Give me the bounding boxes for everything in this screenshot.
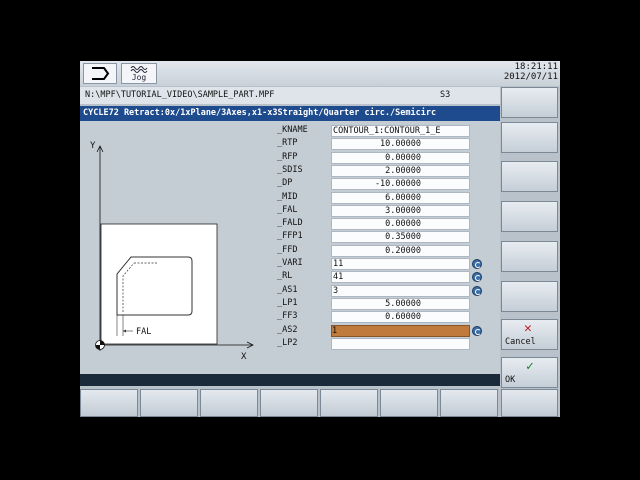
softkey-h4[interactable] [260,389,318,417]
time-text: 18:21:11 [514,62,558,72]
fal-dimension-label: FAL [136,327,151,337]
param-field[interactable]: 10.00000 [331,138,470,151]
program-path: N:\MPF\TUTORIAL_VIDEO\SAMPLE_PART.MPF [85,90,275,100]
param-label: _RFP [277,151,298,162]
param-label: _KNAME [277,125,308,135]
toggle-icon[interactable] [472,259,482,269]
param-field[interactable]: 3 [331,284,470,297]
param-label: _FALD [277,218,303,229]
cross-icon: ✕ [524,321,532,336]
softkey-v3[interactable] [501,161,558,192]
origin-icon [95,340,105,350]
param-label: _FFP1 [277,231,303,242]
jog-label: Jog [131,73,147,82]
param-label: _AS2 [277,324,298,335]
softkey-h1[interactable] [80,389,138,417]
param-label: _FAL [277,204,298,215]
softkey-v2[interactable] [501,122,558,153]
help-graphic: Y X FAL [90,141,254,361]
channel-label: S3 [440,90,451,100]
param-field[interactable]: 41 [331,271,470,284]
param-label: _DP [277,178,293,189]
param-label: _LP2 [277,337,298,348]
param-field[interactable]: 5.00000 [331,297,470,310]
mode-arrow-icon[interactable] [83,63,117,84]
param-field[interactable]: 0.60000 [331,311,470,324]
jog-mode-button[interactable]: Jog [121,63,157,84]
softkey-v1[interactable] [501,87,558,118]
horizontal-softkeys [80,389,560,417]
param-label: _AS1 [277,284,298,295]
param-field[interactable]: 6.00000 [331,191,470,204]
softkey-h2[interactable] [140,389,198,417]
param-field[interactable]: -10.00000 [331,178,470,191]
softkey-h7[interactable] [440,389,498,417]
softkey-v6[interactable] [501,281,558,312]
cycle-title-bar: CYCLE72 Retract:0x/1xPlane/3Axes,x1-x3St… [80,106,500,121]
param-field[interactable]: 3.00000 [331,204,470,217]
softkey-h3[interactable] [200,389,258,417]
cancel-button[interactable]: ✕ Cancel [501,319,558,350]
param-field[interactable] [331,337,470,350]
checkmark-icon: ✓ [526,359,534,374]
cancel-label: Cancel [505,337,536,347]
param-label: _FFD [277,244,298,255]
softkey-h6[interactable] [380,389,438,417]
softkey-v4[interactable] [501,201,558,232]
date-text: 2012/07/11 [503,72,558,82]
hmi-screen: Jog 18:21:11 2012/07/11 N:\MPF\TUTORIAL_… [80,61,560,417]
param-field[interactable]: CONTOUR_1:CONTOUR_1_E [331,125,470,137]
param-label: _RL [277,271,293,282]
param-field[interactable]: 1 [331,324,470,337]
softkey-h5[interactable] [320,389,378,417]
parameter-screen: Y X FAL _KNAME CONTOUR_1:CONTOUR_1_E _RTP 1… [80,121,500,374]
ok-label: OK [505,375,516,385]
workpiece-outline [100,223,218,345]
status-bar [80,374,500,386]
toggle-icon[interactable] [472,272,482,283]
cycle-title: CYCLE72 Retract:0x/1xPlane/3Axes,x1-x3St… [83,108,437,118]
param-label: _RTP [277,138,298,149]
param-field[interactable]: 0.00000 [331,218,470,231]
toggle-icon[interactable] [472,285,482,296]
clock: 18:21:11 2012/07/11 [504,62,558,82]
param-label: _LP1 [277,297,298,308]
program-path-row: N:\MPF\TUTORIAL_VIDEO\SAMPLE_PART.MPF S3 [80,87,500,104]
param-label: _MID [277,191,298,202]
y-axis-label: Y [90,141,96,151]
param-field[interactable]: 0.00000 [331,151,470,164]
param-field[interactable]: 0.20000 [331,244,470,257]
ok-button[interactable]: ✓ OK [501,357,558,388]
softkey-v5[interactable] [501,241,558,272]
jog-wave-icon [130,66,148,73]
x-axis-label: X [241,352,247,361]
param-field[interactable]: 11 [331,258,470,270]
param-field[interactable]: 2.00000 [331,164,470,177]
param-label: _FF3 [277,311,298,322]
softkey-h8[interactable] [501,389,558,417]
param-field[interactable]: 0.35000 [331,231,470,244]
param-label: _VARI [277,258,303,268]
param-label: _SDIS [277,164,303,175]
toggle-icon[interactable] [472,325,482,336]
top-bar: Jog 18:21:11 2012/07/11 [80,61,560,86]
